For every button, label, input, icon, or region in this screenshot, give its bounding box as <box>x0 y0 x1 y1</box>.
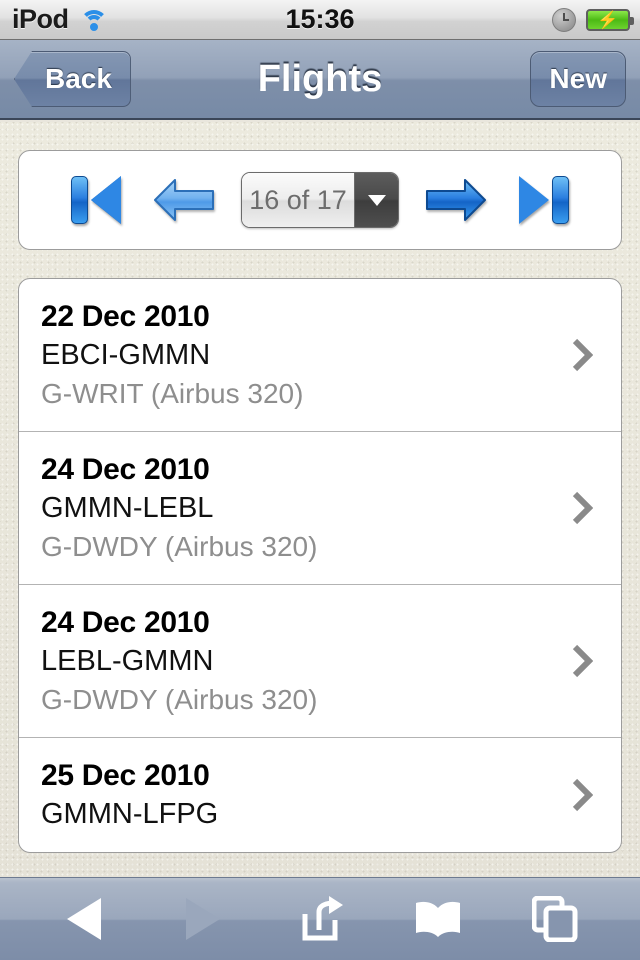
clock-icon <box>552 7 576 32</box>
pages-icon[interactable] <box>510 889 600 949</box>
flight-date: 24 Dec 2010 <box>41 605 210 639</box>
status-bar: iPod 15:36 ⚡ <box>0 0 640 40</box>
table-row[interactable]: 25 Dec 2010 GMMN-LFPG <box>19 738 621 852</box>
page-content: 16 of 17 22 Dec 2010 EBCI-GMMN G-WRIT (A… <box>0 122 640 877</box>
flight-route: EBCI-GMMN <box>41 339 211 371</box>
status-bar-right: ⚡ <box>552 7 634 32</box>
forward-triangle-icon <box>157 889 247 949</box>
flight-list: 22 Dec 2010 EBCI-GMMN G-WRIT (Airbus 320… <box>18 278 622 853</box>
page-select-value: 16 of 17 <box>242 173 354 227</box>
flight-route: GMMN-LEBL <box>41 491 214 524</box>
flight-date: 25 Dec 2010 <box>41 758 210 792</box>
back-triangle-icon[interactable] <box>40 889 130 949</box>
battery-charging-icon: ⚡ <box>586 8 634 31</box>
chevron-right-icon <box>571 644 594 678</box>
flight-route: GMMN-LFPG <box>41 797 219 830</box>
browser-toolbar <box>0 877 640 960</box>
book-icon[interactable] <box>393 889 483 949</box>
previous-arrow-icon[interactable] <box>153 174 215 226</box>
page-select[interactable]: 16 of 17 <box>241 172 399 228</box>
chevron-down-icon[interactable] <box>354 173 398 227</box>
flight-aircraft: G-DWDY (Airbus 320) <box>41 684 318 716</box>
last-page-icon[interactable] <box>513 172 573 228</box>
status-bar-clock: 15:36 <box>285 4 355 34</box>
flight-aircraft: G-WRIT (Airbus 320) <box>41 378 304 410</box>
first-page-icon[interactable] <box>67 172 127 228</box>
table-row[interactable]: 24 Dec 2010 LEBL-GMMN G-DWDY (Airbus 320… <box>19 585 621 738</box>
pagination-bar: 16 of 17 <box>18 150 622 250</box>
chevron-right-icon <box>571 338 594 372</box>
table-row[interactable]: 24 Dec 2010 GMMN-LEBL G-DWDY (Airbus 320… <box>19 432 621 585</box>
lightning-bolt-icon: ⚡ <box>597 10 619 29</box>
navigation-bar: Back Flights New <box>0 40 640 120</box>
next-arrow-icon[interactable] <box>425 174 487 226</box>
new-button[interactable]: New <box>530 51 626 107</box>
flight-date: 24 Dec 2010 <box>41 452 210 486</box>
flight-route: LEBL-GMMN <box>41 644 214 677</box>
share-icon[interactable] <box>275 889 365 949</box>
table-row[interactable]: 22 Dec 2010 EBCI-GMMN G-WRIT (Airbus 320… <box>19 279 621 432</box>
flight-aircraft: G-DWDY (Airbus 320) <box>41 531 318 563</box>
flight-date: 22 Dec 2010 <box>41 300 210 333</box>
chevron-right-icon <box>571 491 594 525</box>
chevron-right-icon <box>571 778 594 812</box>
